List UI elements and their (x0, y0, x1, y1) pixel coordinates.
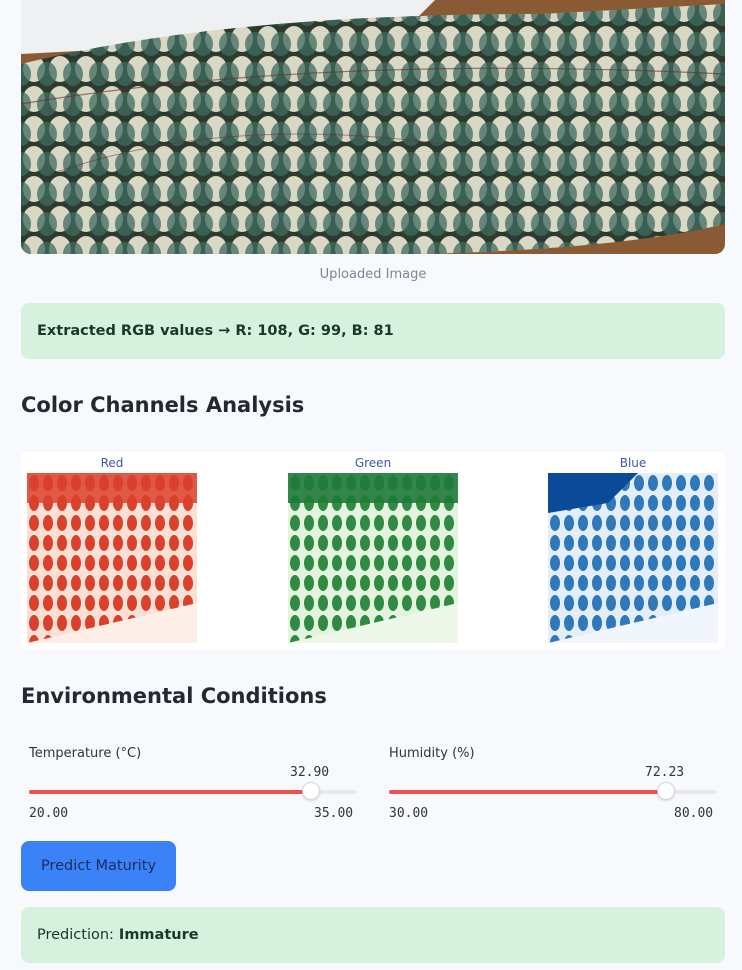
temperature-value: 32.90 (290, 765, 330, 780)
environmental-conditions-heading: Environmental Conditions (21, 684, 327, 708)
temperature-max: 35.00 (314, 806, 354, 821)
color-channels-heading: Color Channels Analysis (21, 393, 305, 417)
temperature-slider-thumb[interactable] (302, 782, 321, 800)
humidity-min: 30.00 (389, 806, 429, 821)
red-channel-image (27, 473, 197, 643)
green-channel-image (288, 473, 458, 643)
humidity-slider-fill (389, 790, 667, 794)
humidity-label: Humidity (%) (389, 746, 475, 761)
channel-title-green: Green (354, 456, 392, 470)
prediction-prefix: Prediction: (37, 927, 114, 943)
extracted-rgb-alert: Extracted RGB values → R: 108, G: 99, B:… (21, 303, 725, 359)
humidity-slider[interactable] (389, 782, 717, 800)
channel-title-blue: Blue (619, 456, 647, 470)
predict-maturity-button[interactable]: Predict Maturity (21, 841, 176, 891)
temperature-label: Temperature (°C) (29, 746, 142, 761)
extracted-rgb-text: Extracted RGB values → R: 108, G: 99, B:… (37, 323, 394, 339)
temperature-slider-fill (29, 790, 312, 794)
humidity-slider-thumb[interactable] (657, 782, 676, 800)
color-channels-figure: Red Green Blue (21, 452, 725, 650)
prediction-value: Immature (118, 927, 199, 943)
humidity-max: 80.00 (674, 806, 714, 821)
temperature-min: 20.00 (29, 806, 69, 821)
temperature-slider[interactable] (29, 782, 357, 800)
channel-title-red: Red (100, 456, 124, 470)
uploaded-corn-image (21, 0, 725, 254)
blue-channel-image (548, 473, 718, 643)
image-caption: Uploaded Image (319, 267, 427, 282)
humidity-value: 72.23 (645, 765, 685, 780)
prediction-alert: Prediction: Immature (21, 907, 725, 963)
